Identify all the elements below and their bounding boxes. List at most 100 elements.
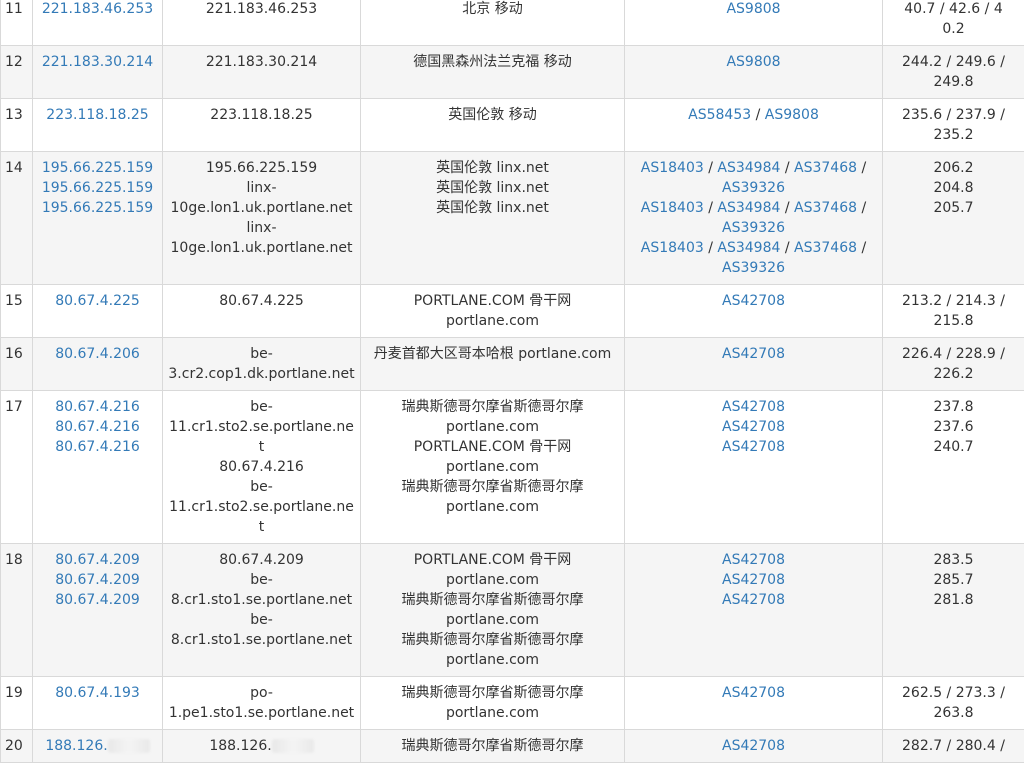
ip-cell: 221.183.30.214 xyxy=(32,45,163,99)
ip-link[interactable]: 80.67.4.216 xyxy=(38,417,157,437)
asn-line: AS39326 xyxy=(630,258,877,278)
asn-line: AS42708 xyxy=(630,736,877,756)
asn-line: AS42708 xyxy=(630,291,877,311)
ip-link[interactable]: 195.66.225.159 xyxy=(38,198,157,218)
asn-link[interactable]: AS9808 xyxy=(765,107,819,123)
hostname-line: 3.cr2.cop1.dk.portlane.net xyxy=(168,366,355,382)
location-cell: 瑞典斯德哥尔摩省斯德哥尔摩 portlane.com PORTLANE.COM 骨干… xyxy=(360,390,625,544)
asn-link[interactable]: AS42708 xyxy=(722,419,785,435)
ip-link[interactable]: 223.118.18.25 xyxy=(38,105,157,125)
asn-cell: AS42708 AS42708 AS42708 xyxy=(624,390,883,544)
hostname-cell: 80.67.4.209 be- 8.cr1.sto1.se.portlane.net… xyxy=(162,543,361,677)
latency-line: 215.8 xyxy=(933,313,974,329)
latency-line: 249.8 xyxy=(933,74,974,90)
ip-link[interactable]: 221.183.30.214 xyxy=(38,52,157,72)
location-line: portlane.com xyxy=(445,705,539,721)
hop-number: 15 xyxy=(5,293,23,309)
asn-link[interactable]: AS39326 xyxy=(722,260,785,276)
hop-number-cell: 14 xyxy=(0,151,33,285)
location-line: portlane.com xyxy=(445,652,539,668)
latency-line: 282.7 / 280.4 / xyxy=(902,738,1005,754)
ip-link[interactable]: 80.67.4.209 xyxy=(38,570,157,590)
ip-link[interactable]: 195.66.225.159 xyxy=(38,158,157,178)
ip-link[interactable]: 188.126. xyxy=(45,738,107,754)
location-cell: 英国伦敦 linx.net 英国伦敦 linx.net 英国伦敦 linx.net xyxy=(360,151,625,285)
location-line: 英国伦敦 移动 xyxy=(448,107,537,123)
asn-link[interactable]: AS18403 xyxy=(641,160,704,176)
location-cell: 北京 移动 xyxy=(360,0,625,46)
hostname-cell: 80.67.4.225 xyxy=(162,284,361,338)
asn-link[interactable]: AS18403 xyxy=(641,200,704,216)
ip-link[interactable]: 80.67.4.225 xyxy=(38,291,157,311)
latency-line: 262.5 / 273.3 / xyxy=(902,685,1005,701)
location-line: 英国伦敦 linx.net xyxy=(436,180,549,196)
redacted-blur xyxy=(271,739,314,753)
ip-cell: 223.118.18.25 xyxy=(32,98,163,152)
asn-link[interactable]: AS34984 xyxy=(717,160,780,176)
asn-link[interactable]: AS9808 xyxy=(726,54,780,70)
table-row: 20 188.126. 188.126. 瑞典斯德哥尔摩省斯德哥尔摩 AS42708 28… xyxy=(0,729,1024,763)
asn-line: AS42708 xyxy=(630,550,877,570)
asn-link[interactable]: AS42708 xyxy=(722,293,785,309)
hop-number: 11 xyxy=(5,1,23,17)
hop-number-cell: 19 xyxy=(0,676,33,730)
ip-link[interactable]: 80.67.4.216 xyxy=(38,437,157,457)
ip-cell: 80.67.4.209 80.67.4.209 80.67.4.209 xyxy=(32,543,163,677)
asn-line: AS42708 xyxy=(630,397,877,417)
hostname-line: 1.pe1.sto1.se.portlane.net xyxy=(168,705,355,721)
location-line: portlane.com xyxy=(445,313,539,329)
latency-cell: 244.2 / 249.6 / 249.8 xyxy=(882,45,1024,99)
ip-link[interactable]: 80.67.4.216 xyxy=(38,397,157,417)
hop-number-cell: 12 xyxy=(0,45,33,99)
latency-line: 285.7 xyxy=(933,572,974,588)
hostname-line: 8.cr1.sto1.se.portlane.net xyxy=(170,592,353,608)
asn-link[interactable]: AS9808 xyxy=(726,1,780,17)
asn-link[interactable]: AS34984 xyxy=(717,200,780,216)
asn-link[interactable]: AS39326 xyxy=(722,180,785,196)
asn-link[interactable]: AS34984 xyxy=(717,240,780,256)
asn-cell: AS9808 xyxy=(624,0,883,46)
hostname-line: 11.cr1.sto2.se.portlane.net xyxy=(169,499,354,535)
asn-link[interactable]: AS39326 xyxy=(722,220,785,236)
asn-link[interactable]: AS42708 xyxy=(722,572,785,588)
ip-link[interactable]: 80.67.4.206 xyxy=(38,344,157,364)
hostname-cell: 195.66.225.159 linx- 10ge.lon1.uk.portlane… xyxy=(162,151,361,285)
hostname-cell: 221.183.30.214 xyxy=(162,45,361,99)
asn-link[interactable]: AS42708 xyxy=(722,592,785,608)
location-cell: 瑞典斯德哥尔摩省斯德哥尔摩 xyxy=(360,729,625,763)
asn-link[interactable]: AS42708 xyxy=(722,552,785,568)
asn-link[interactable]: AS42708 xyxy=(722,346,785,362)
hop-number: 17 xyxy=(5,399,23,415)
table-row: 12 221.183.30.214 221.183.30.214 德国黑森州法兰克福 … xyxy=(0,45,1024,99)
ip-link[interactable]: 195.66.225.159 xyxy=(38,178,157,198)
location-line: PORTLANE.COM 骨干网 xyxy=(413,293,572,309)
ip-link[interactable]: 80.67.4.193 xyxy=(38,683,157,703)
hostname-text: 188.126. xyxy=(209,738,272,754)
latency-line: 206.2 xyxy=(933,160,974,176)
asn-link[interactable]: AS37468 xyxy=(794,160,857,176)
latency-line: 235.6 / 237.9 / xyxy=(902,107,1005,123)
hostname-line: 80.67.4.216 xyxy=(219,459,304,475)
hostname-line: be- xyxy=(250,479,273,495)
ip-link[interactable]: 221.183.46.253 xyxy=(38,0,157,19)
asn-line: AS9808 xyxy=(630,0,877,19)
asn-line: AS42708 xyxy=(630,437,877,457)
asn-link[interactable]: AS18403 xyxy=(641,240,704,256)
asn-cell: AS58453 / AS9808 xyxy=(624,98,883,152)
asn-link[interactable]: AS42708 xyxy=(722,738,785,754)
ip-link[interactable]: 80.67.4.209 xyxy=(38,550,157,570)
asn-cell: AS42708 xyxy=(624,676,883,730)
latency-cell: 226.4 / 228.9 / 226.2 xyxy=(882,337,1024,391)
asn-cell: AS9808 xyxy=(624,45,883,99)
asn-link[interactable]: AS42708 xyxy=(722,399,785,415)
ip-link[interactable]: 80.67.4.209 xyxy=(38,590,157,610)
latency-line: 226.2 xyxy=(933,366,974,382)
asn-cell: AS42708 xyxy=(624,729,883,763)
latency-line: 40.7 / 42.6 / 40.2 xyxy=(904,1,1003,37)
asn-link[interactable]: AS37468 xyxy=(794,200,857,216)
asn-link[interactable]: AS58453 xyxy=(688,107,751,123)
table-row: 19 80.67.4.193 po- 1.pe1.sto1.se.portlane.n… xyxy=(0,676,1024,730)
asn-link[interactable]: AS42708 xyxy=(722,685,785,701)
asn-link[interactable]: AS37468 xyxy=(794,240,857,256)
asn-link[interactable]: AS42708 xyxy=(722,439,785,455)
